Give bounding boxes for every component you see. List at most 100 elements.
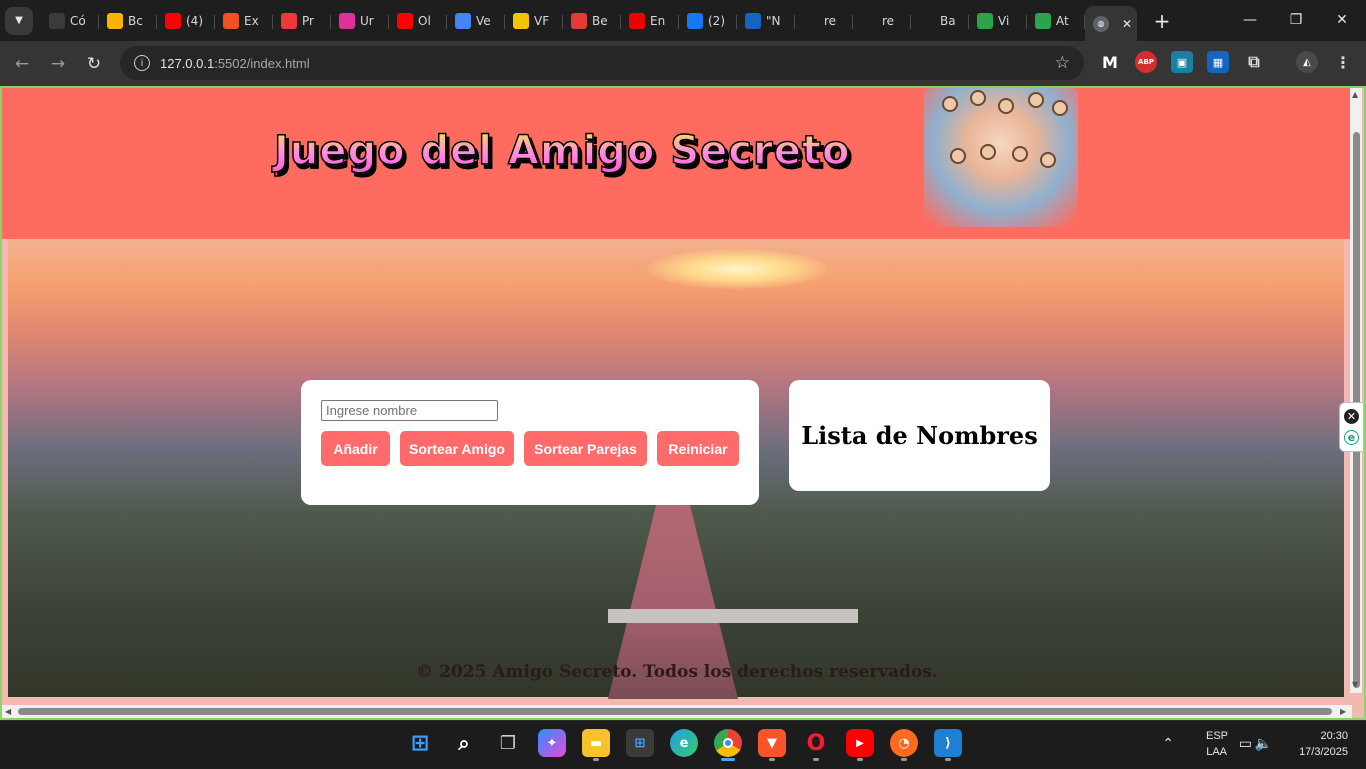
brave-icon[interactable]: ▼ [758,729,786,761]
back-button[interactable]: ← [8,50,36,78]
store-icon[interactable]: ⊞ [626,729,654,757]
copilot-icon[interactable]: ✦ [538,729,566,757]
new-tab-button[interactable]: + [1147,6,1177,36]
tab-7[interactable]: Ve [447,6,505,36]
e-extension-icon[interactable]: e [1344,430,1359,445]
browser-toolbar: ← → ↻ i 127.0.0.1:5502/index.html ☆ M AB… [0,41,1366,86]
tab-label: re [824,13,837,28]
address-bar[interactable]: i 127.0.0.1:5502/index.html ☆ [120,46,1084,80]
tab-10[interactable]: En [621,6,679,36]
side-widget: ✕ e [1339,402,1364,452]
name-input[interactable] [321,400,498,421]
bookmark-star-icon[interactable]: ☆ [1055,53,1070,73]
sun-glow [648,249,828,289]
g-icon [745,12,761,29]
close-circle-icon[interactable]: ✕ [1344,409,1359,424]
extension-m-icon[interactable]: M [1099,51,1121,73]
horizontal-scrollbar[interactable]: ◀ ▶ [2,705,1352,718]
tab-8[interactable]: VF [505,6,563,36]
restore-button[interactable]: ❐ [1284,8,1308,32]
scroll-down-arrow-icon[interactable]: ▼ [1352,680,1358,689]
scroll-right-arrow-icon[interactable]: ▶ [1340,707,1346,716]
tab-17[interactable]: At [1027,6,1085,36]
close-window-button[interactable]: ✕ [1330,8,1354,32]
microsoft-icon [223,12,239,29]
bridge [608,609,858,623]
tab-label: (2) [708,13,725,28]
horizontal-scroll-thumb[interactable] [18,708,1332,715]
keyboard-layout[interactable]: LAA [1206,746,1227,758]
extensions-puzzle-icon[interactable]: ⧉ [1243,51,1265,73]
task-view-icon[interactable]: ❐ [494,729,522,757]
tab-label: Có [70,13,86,28]
tab-4[interactable]: Pr [273,6,331,36]
clock-date[interactable]: 17/3/2025 [1299,746,1348,758]
minimize-button[interactable]: — [1238,8,1262,32]
tab-label: Ur [360,13,374,28]
reload-button[interactable]: ↻ [80,50,108,78]
url-host: 127.0.0.1 [160,55,215,71]
tab-active[interactable]: ◍ ✕ [1085,5,1137,42]
draw-pairs-button[interactable]: Sortear Parejas [524,431,647,466]
globe-icon: ◍ [1093,15,1109,32]
extension-screen-icon[interactable]: ▦ [1207,51,1229,73]
github-icon [861,12,877,29]
reset-button[interactable]: Reiniciar [657,431,739,466]
postman-icon [919,12,935,29]
chevron-up-icon[interactable]: ⌃ [1162,735,1174,752]
star-icon [513,12,529,29]
tab-12[interactable]: "N [737,6,795,36]
url-text[interactable]: 127.0.0.1:5502/index.html [160,56,310,71]
menu-dots-icon[interactable]: ⋮ [1332,51,1354,73]
tab-16[interactable]: Vi [969,6,1027,36]
arrow-right-icon: → [50,53,66,74]
tab-15[interactable]: Ba [911,6,969,36]
volume-icon[interactable]: 🔈 [1255,735,1272,752]
tab-5[interactable]: Ur [331,6,389,36]
forward-button[interactable]: → [44,50,72,78]
page-viewport: Juego del Amigo Secreto Añadir Sortear A… [0,86,1366,720]
close-icon[interactable]: ✕ [1122,17,1132,31]
vertical-scrollbar[interactable]: ▲ ▼ [1350,88,1362,693]
network-icon[interactable]: ▭ [1239,735,1252,752]
tab-label: Ex [244,13,259,28]
list-title: Lista de Nombres [801,421,1038,450]
scroll-up-arrow-icon[interactable]: ▲ [1352,90,1358,99]
edge-icon[interactable]: e [670,729,698,757]
info-icon[interactable]: i [134,55,150,71]
santander-icon [629,12,645,29]
tab-search-button[interactable]: ▼ [5,6,33,35]
chrome-icon[interactable] [714,729,742,761]
vivaldi-icon [281,12,297,29]
youtube-app-icon[interactable]: ▶ [846,729,874,761]
tab-2[interactable]: (4) [157,6,215,36]
draw-friend-button[interactable]: Sortear Amigo [400,431,514,466]
add-button[interactable]: Añadir [321,431,390,466]
tab-9[interactable]: Be [563,6,621,36]
tab-3[interactable]: Ex [215,6,273,36]
tab-1[interactable]: Bc [99,6,157,36]
scroll-left-arrow-icon[interactable]: ◀ [5,707,11,716]
file-explorer-icon[interactable]: ▬ [582,729,610,761]
tab-11[interactable]: (2) [679,6,737,36]
px-icon [1035,12,1051,29]
clock-time[interactable]: 20:30 [1320,730,1348,742]
vscode-icon[interactable]: ⟩ [934,729,962,761]
google-icon [455,12,471,29]
extension-shield-icon[interactable]: ▣ [1171,51,1193,73]
tabs-container: Có Bc (4) Ex Pr Ur Ol Ve VF Be En (2) "N re re Ba Vi At [41,6,1085,36]
chevron-down-icon: ▼ [15,15,23,26]
tab-13[interactable]: re [795,6,853,36]
profile-avatar[interactable]: ◭ [1296,51,1318,73]
tab-0[interactable]: Có [41,6,99,36]
document-icon [49,12,65,29]
tab-14[interactable]: re [853,6,911,36]
search-icon[interactable]: ⌕ [450,729,478,757]
opera-icon[interactable]: O [802,729,830,761]
language-indicator[interactable]: ESP [1206,730,1228,742]
start-windows-icon[interactable]: ⊞ [406,729,434,757]
crunchyroll-icon[interactable]: ◔ [890,729,918,761]
adblock-icon[interactable]: ABP [1135,51,1157,73]
tab-6[interactable]: Ol [389,6,447,36]
tab-label: Ba [940,13,956,28]
